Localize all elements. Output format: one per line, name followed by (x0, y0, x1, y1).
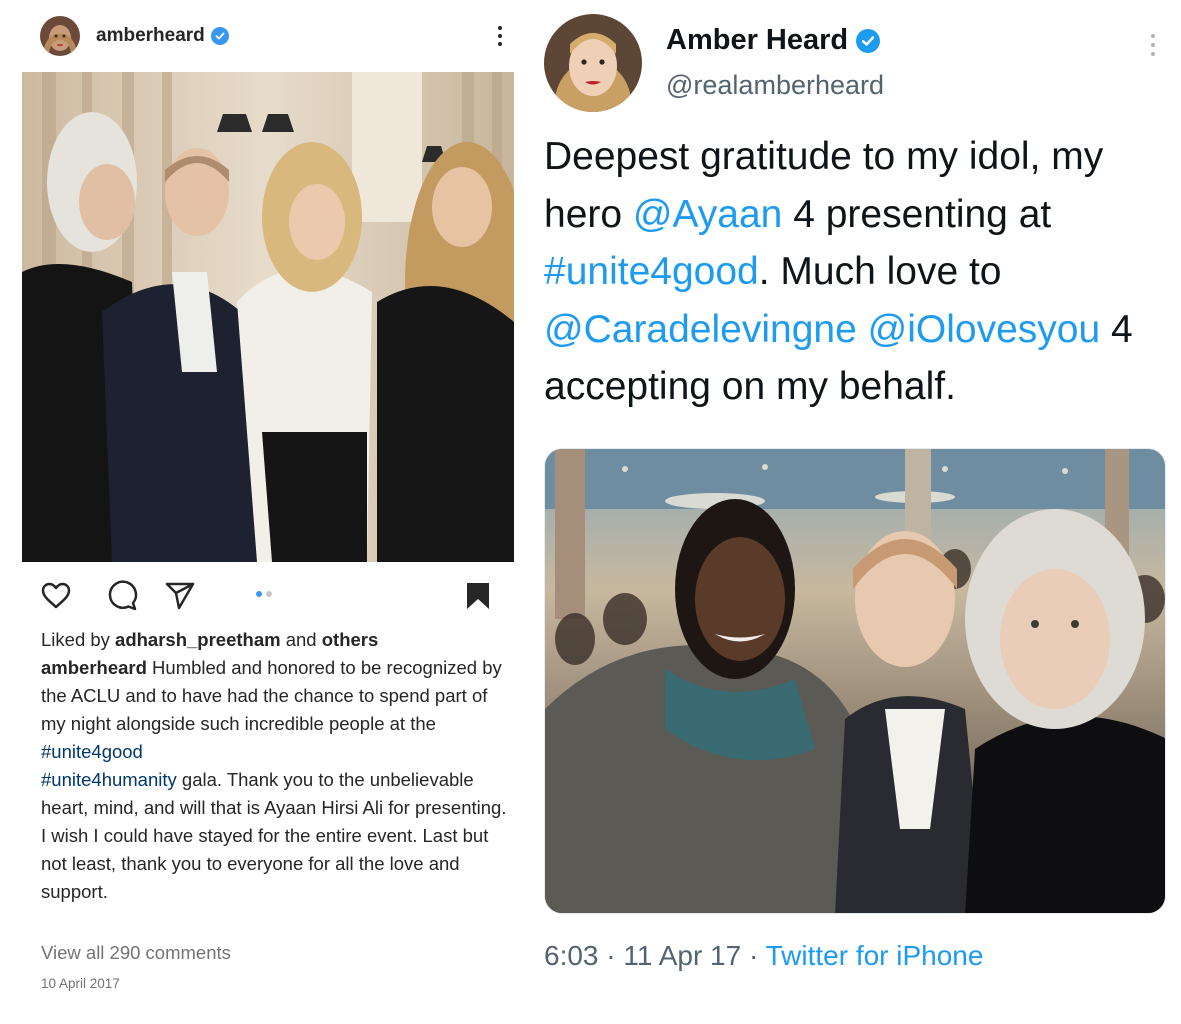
caption: amberheard Humbled and honored to be rec… (41, 654, 511, 906)
hashtag-link[interactable]: #unite4humanity (41, 769, 177, 790)
carousel-indicator (256, 591, 272, 597)
verified-badge-icon (856, 28, 881, 53)
comment-bubble-icon[interactable] (106, 580, 138, 612)
mention-link[interactable]: @Ayaan (633, 193, 782, 236)
more-options-icon[interactable] (490, 21, 510, 51)
display-name[interactable]: Amber Heard (666, 24, 881, 57)
tweet-text: Deepest gratitude to my idol, my hero @A… (544, 128, 1174, 416)
post-caption-block: Liked by adharsh_preetham and others amb… (41, 626, 511, 906)
carousel-dot (256, 591, 262, 597)
bookmark-icon[interactable] (462, 580, 494, 612)
verified-badge-icon (210, 27, 229, 45)
likes-prefix: Liked by (41, 629, 116, 650)
meta-separator: · (598, 940, 624, 971)
post-photo (22, 72, 514, 562)
avatar[interactable] (40, 16, 80, 56)
paper-plane-icon[interactable] (164, 580, 196, 612)
instagram-post-header: amberheard (40, 16, 510, 56)
mention-link[interactable]: @Caradelevingne (544, 308, 857, 351)
view-comments-link[interactable]: View all 290 comments (41, 942, 231, 964)
mention-link[interactable]: @iOlovesyou (868, 308, 1101, 351)
heart-icon[interactable] (40, 580, 72, 612)
meta-separator: · (741, 940, 766, 971)
tweet-photo[interactable] (544, 448, 1166, 914)
liked-by-user[interactable]: adharsh_preetham (115, 629, 281, 650)
tweet-text-segment (857, 308, 868, 351)
username[interactable]: amberheard (96, 25, 205, 47)
hashtag-link[interactable]: #unite4good (544, 250, 759, 293)
hashtag-link[interactable]: #unite4good (41, 741, 143, 762)
tweet-source-link[interactable]: Twitter for iPhone (766, 940, 984, 971)
user-handle[interactable]: @realamberheard (666, 70, 884, 101)
more-options-icon[interactable] (1146, 30, 1160, 60)
liked-by-others[interactable]: others (322, 629, 379, 650)
post-actions (40, 576, 496, 614)
tweet-text-segment: 4 presenting at (782, 192, 1052, 236)
likes-suffix: and (280, 629, 322, 650)
tweet-time[interactable]: 6:03 (544, 940, 599, 971)
tweet-text-segment: . Much love to (758, 250, 1002, 293)
instagram-post: amberheard Liked by adharsh_preetham and… (0, 0, 536, 1024)
likes-line: Liked by adharsh_preetham and others (41, 626, 511, 654)
display-name-text: Amber Heard (666, 24, 849, 56)
tweet-date[interactable]: 11 Apr 17 (623, 940, 741, 971)
caption-username[interactable]: amberheard (41, 657, 147, 678)
tweet-meta: 6:03 · 11 Apr 17 · Twitter for iPhone (544, 940, 983, 972)
avatar[interactable] (544, 14, 642, 112)
carousel-dot (266, 591, 272, 597)
tweet: Amber Heard @realamberheard Deepest grat… (536, 0, 1181, 1024)
post-date: 10 April 2017 (41, 976, 120, 991)
